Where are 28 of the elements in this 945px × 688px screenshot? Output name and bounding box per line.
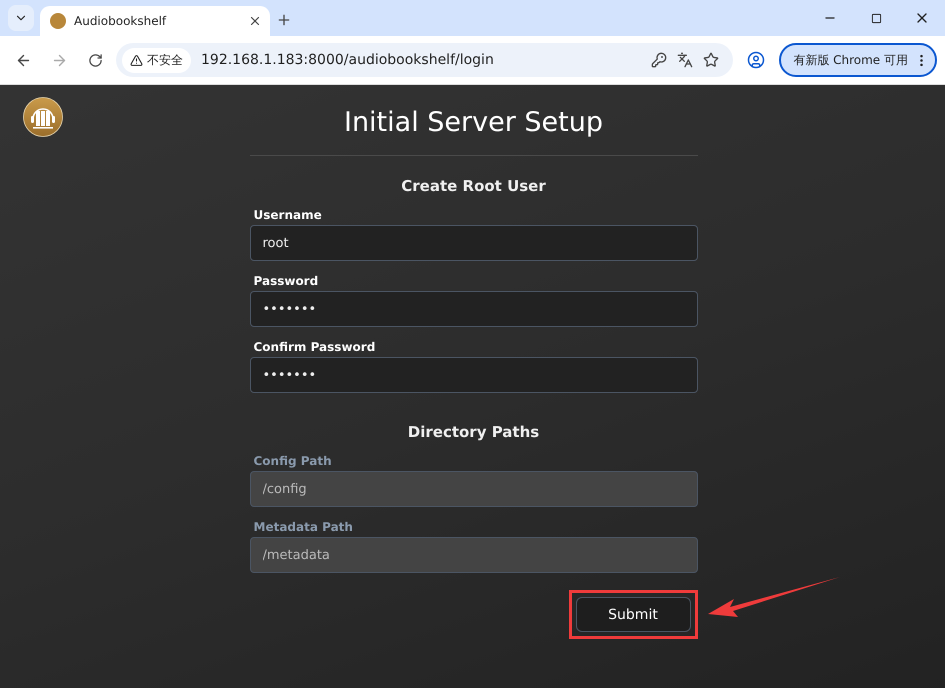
browser-tab[interactable]: Audiobookshelf bbox=[40, 6, 270, 36]
section-heading: Create Root User bbox=[400, 177, 547, 195]
input-field[interactable]: root bbox=[250, 225, 698, 261]
input-field[interactable]: ••••••• bbox=[250, 291, 698, 327]
security-label: 不安全 bbox=[147, 52, 183, 68]
warning-icon bbox=[130, 54, 143, 66]
tab-search-button[interactable] bbox=[8, 5, 34, 31]
input-field[interactable]: ••••••• bbox=[250, 357, 698, 393]
translate-icon[interactable] bbox=[677, 52, 694, 68]
update-chrome-button[interactable]: 有新版 Chrome 可用 bbox=[779, 43, 937, 77]
key-icon[interactable] bbox=[651, 52, 668, 68]
field-label: Username bbox=[254, 208, 323, 222]
field-label: Password bbox=[254, 274, 320, 288]
section-heading: Directory Paths bbox=[406, 423, 540, 441]
new-tab-icon[interactable] bbox=[276, 12, 292, 28]
profile-icon[interactable] bbox=[747, 51, 766, 69]
submit-button[interactable]: Submit bbox=[576, 597, 690, 632]
field-label: Confirm Password bbox=[254, 340, 376, 354]
address-bar[interactable]: 不安全 192.168.1.183:8000/audiobookshelf/login bbox=[116, 43, 734, 77]
close-icon[interactable] bbox=[248, 14, 262, 28]
headphones-books-logo-icon bbox=[23, 97, 63, 137]
field-label: Metadata Path bbox=[254, 520, 354, 534]
field-label: Config Path bbox=[254, 454, 333, 468]
favicon-icon bbox=[50, 13, 66, 29]
page-title: Initial Server Setup bbox=[342, 106, 604, 140]
security-chip[interactable]: 不安全 bbox=[122, 48, 191, 72]
update-label: 有新版 Chrome 可用 bbox=[793, 52, 908, 68]
star-icon[interactable] bbox=[703, 52, 720, 68]
